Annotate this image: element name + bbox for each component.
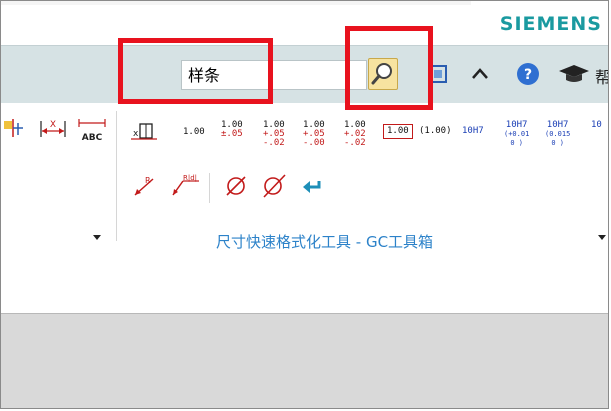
- tolerance-frame-icon[interactable]: x: [129, 119, 159, 151]
- format-symmetric[interactable]: 1.00 ±.05: [221, 121, 243, 139]
- horizontal-x-dim-icon[interactable]: X: [39, 117, 67, 145]
- svg-text:ABC: ABC: [82, 133, 103, 143]
- siemens-logo: SIEMENS: [499, 13, 602, 35]
- radius-diameter-icon[interactable]: R|d|: [169, 173, 201, 203]
- lower-panel: [1, 313, 608, 408]
- collapse-ribbon-icon[interactable]: [467, 60, 493, 88]
- chevron-down-icon[interactable]: [93, 235, 101, 240]
- abc-dim-icon[interactable]: ABC: [77, 117, 107, 147]
- svg-text:?: ?: [524, 67, 532, 83]
- chevron-down-icon[interactable]: [598, 235, 606, 240]
- svg-text:R: R: [145, 176, 151, 185]
- diameter-slash-icon[interactable]: [259, 173, 289, 203]
- format-fit-tolerance-2[interactable]: 10H7 (0.015 0 ): [545, 121, 570, 148]
- format-reference[interactable]: (1.00): [419, 127, 452, 136]
- graphics-area[interactable]: [1, 258, 608, 313]
- tool-separator: [209, 173, 210, 203]
- svg-text:R|d|: R|d|: [183, 174, 197, 182]
- title-bar: SIEMENS: [1, 1, 608, 45]
- undo-arrow-icon[interactable]: [301, 177, 325, 201]
- title-divider: [1, 1, 471, 5]
- ribbon-panel: X ABC x 1.00 1.00 ±.05 1.00 +.05 -.02 1.…: [1, 103, 608, 259]
- svg-text:X: X: [50, 120, 56, 130]
- format-fit-tolerance-1[interactable]: 10H7 (+0.01 0 ): [504, 121, 529, 148]
- highlight-box-search: [118, 38, 273, 104]
- format-basic-box[interactable]: 1.00: [383, 124, 413, 139]
- format-plain[interactable]: 1.00: [183, 121, 205, 137]
- format-plus-minus[interactable]: 1.00 +.05 -.02: [263, 121, 285, 148]
- diameter-icon[interactable]: [223, 173, 249, 203]
- help-menu-label-cut[interactable]: 帮: [595, 64, 608, 88]
- svg-text:x: x: [133, 129, 139, 139]
- command-finder-strip: ? 帮: [1, 45, 608, 104]
- highlight-box-search-button: [345, 26, 433, 110]
- ordinate-dim-icon[interactable]: [3, 117, 25, 143]
- group-separator: [116, 111, 117, 241]
- application-window: SIEMENS ?: [0, 0, 609, 409]
- format-fit-tolerance-3[interactable]: 10: [591, 121, 602, 130]
- format-fit-class[interactable]: 10H7: [462, 127, 484, 136]
- help-icon[interactable]: ?: [515, 60, 541, 88]
- radius-dim-icon[interactable]: R: [131, 173, 159, 203]
- learning-cap-icon[interactable]: [557, 60, 593, 88]
- format-limit[interactable]: 1.00 +.02 -.02: [344, 121, 366, 148]
- format-plus-zero[interactable]: 1.00 +.05 -.00: [303, 121, 325, 148]
